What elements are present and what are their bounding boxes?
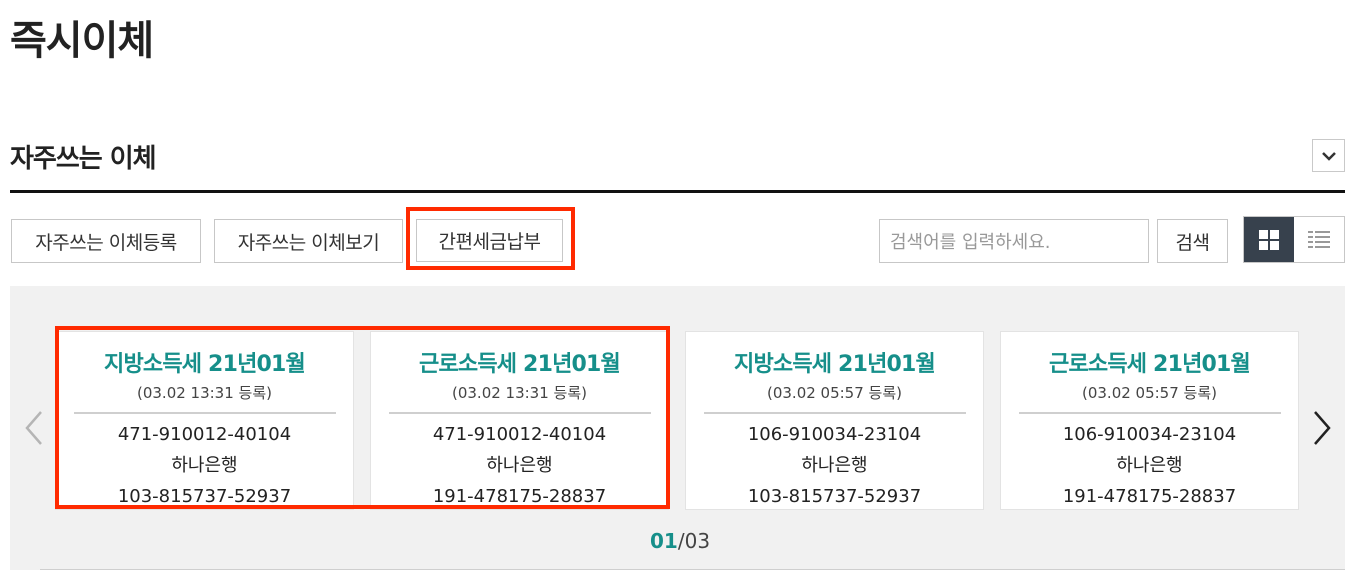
card-date: (03.02 05:57 등록) — [766, 384, 902, 402]
list-view-button[interactable] — [1294, 217, 1344, 262]
carousel-prev-button[interactable] — [22, 406, 46, 450]
view-mode-toggle — [1243, 216, 1345, 263]
chevron-right-icon — [1314, 411, 1331, 445]
pager-separator: / — [677, 529, 685, 553]
card-withdraw-account: 106-910034-23104 — [1062, 424, 1237, 445]
chevron-down-icon — [1321, 151, 1336, 161]
section-title: 자주쓰는 이체 — [10, 144, 157, 174]
transfer-card[interactable]: 근로소득세 21년01월 (03.02 05:57 등록) 106-910034… — [1000, 331, 1299, 510]
card-deposit-account: 191-478175-28837 — [1062, 486, 1237, 507]
pager-total: 03 — [684, 529, 711, 553]
search-input[interactable]: 검색어를 입력하세요. — [879, 219, 1149, 263]
search-button[interactable]: 검색 — [1157, 219, 1228, 263]
card-divider — [1018, 412, 1281, 414]
card-title: 지방소득세 21년01월 — [734, 352, 936, 377]
easy-tax-payment-button[interactable]: 간편세금납부 — [416, 219, 563, 262]
grid-view-button[interactable] — [1244, 217, 1294, 262]
card-withdraw-account: 106-910034-23104 — [747, 424, 922, 445]
list-icon — [1308, 230, 1330, 248]
carousel-pager: 01/03 — [650, 529, 710, 553]
card-date: (03.02 05:57 등록) — [1081, 384, 1217, 402]
cards-highlight — [55, 326, 670, 509]
view-favorite-button[interactable]: 자주쓰는 이체보기 — [214, 219, 403, 263]
register-favorite-button[interactable]: 자주쓰는 이체등록 — [11, 219, 201, 263]
chevron-left-icon — [25, 411, 42, 445]
card-bank: 하나은행 — [1116, 455, 1183, 476]
card-title: 근로소득세 21년01월 — [1049, 352, 1251, 377]
card-deposit-account: 103-815737-52937 — [747, 486, 922, 507]
card-divider — [703, 412, 966, 414]
carousel-next-button[interactable] — [1310, 406, 1334, 450]
grid-icon — [1259, 229, 1279, 250]
section-divider — [10, 190, 1345, 193]
collapse-button[interactable] — [1312, 139, 1345, 172]
page-title: 즉시이체 — [10, 18, 154, 64]
pager-current: 01 — [650, 529, 678, 553]
transfer-card[interactable]: 지방소득세 21년01월 (03.02 05:57 등록) 106-910034… — [685, 331, 984, 510]
carousel-bottom-border — [40, 569, 1345, 570]
card-bank: 하나은행 — [801, 455, 868, 476]
